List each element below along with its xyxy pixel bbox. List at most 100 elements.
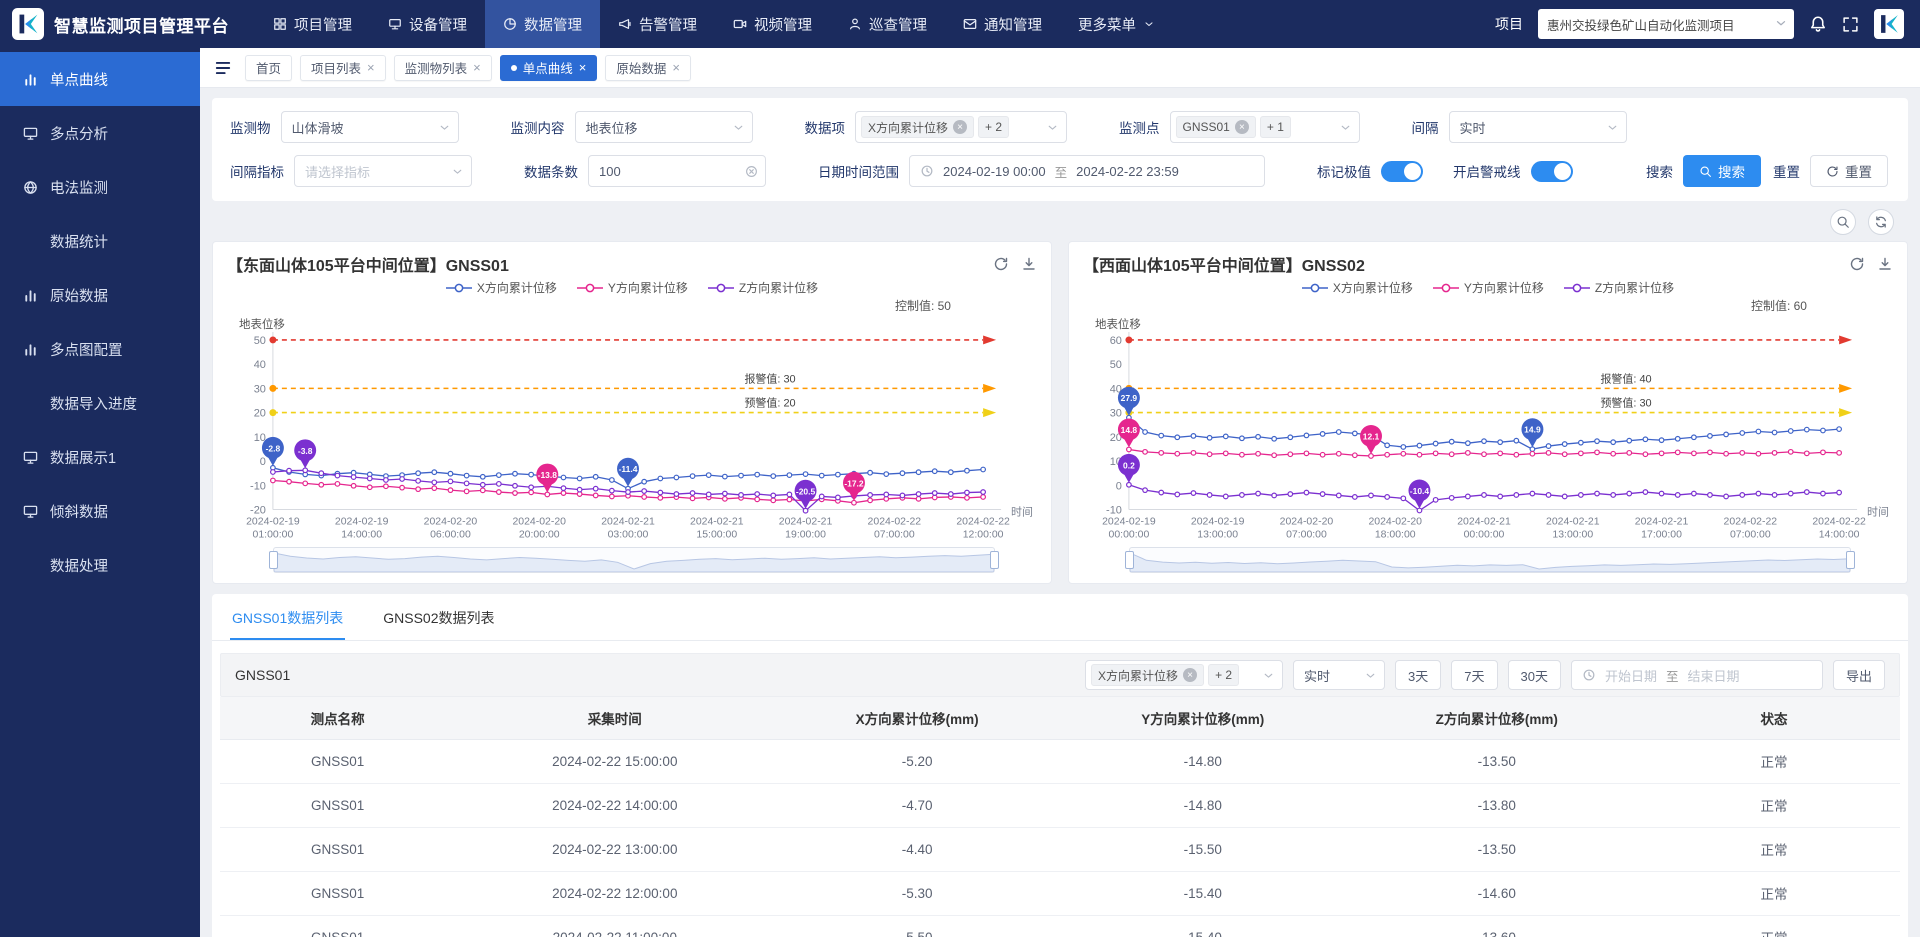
legend-item[interactable]: X方向累计位移 bbox=[446, 279, 557, 296]
brush-handle-left[interactable] bbox=[1125, 551, 1134, 569]
table-cell: -14.80 bbox=[1060, 783, 1346, 827]
quick-range-button-1[interactable]: 7天 bbox=[1451, 660, 1497, 690]
table-row[interactable]: GNSS012024-02-22 12:00:00-5.30-15.40-14.… bbox=[220, 871, 1900, 915]
tab-monitor-list[interactable]: 监测物列表× bbox=[394, 55, 492, 81]
table-cell: 2024-02-22 11:00:00 bbox=[455, 915, 774, 937]
chart-datazoom-brush[interactable] bbox=[273, 547, 995, 573]
svg-text:00:00:00: 00:00:00 bbox=[1464, 529, 1505, 540]
tag-close-icon[interactable]: × bbox=[1235, 120, 1249, 134]
svg-text:预警值: 30: 预警值: 30 bbox=[1600, 396, 1651, 410]
table-cell: GNSS01 bbox=[220, 871, 455, 915]
legend-item[interactable]: Y方向累计位移 bbox=[577, 279, 688, 296]
line-chart[interactable]: 地表位移-20-10010203040502024-02-1901:00:002… bbox=[227, 314, 1037, 543]
control-value-label: 控制值: 60 bbox=[1083, 297, 1893, 314]
chart-datazoom-brush[interactable] bbox=[1129, 547, 1851, 573]
bell-icon bbox=[1809, 15, 1827, 33]
nav-item-notice[interactable]: 通知管理 bbox=[945, 0, 1060, 48]
table-cell: GNSS01 bbox=[220, 739, 455, 783]
sidebar-item-data-process[interactable]: 数据处理 bbox=[0, 538, 200, 592]
tab-close-icon[interactable]: × bbox=[579, 61, 587, 74]
monitor-object-select[interactable]: 山体滑坡 bbox=[281, 111, 459, 143]
tab-close-icon[interactable]: × bbox=[367, 61, 375, 74]
chart-download-icon[interactable] bbox=[1877, 256, 1893, 272]
sidebar-item-electrical[interactable]: 电法监测 bbox=[0, 160, 200, 214]
brush-handle-right[interactable] bbox=[990, 551, 999, 569]
quick-range-button-2[interactable]: 30天 bbox=[1508, 660, 1561, 690]
tab-close-icon[interactable]: × bbox=[473, 61, 481, 74]
interval-select[interactable]: 实时 bbox=[1449, 111, 1627, 143]
data-count-input[interactable]: 100 bbox=[588, 155, 766, 187]
tab-project-list[interactable]: 项目列表× bbox=[300, 55, 386, 81]
tab-single-curve[interactable]: 单点曲线× bbox=[500, 55, 598, 81]
sidebar-item-label: 原始数据 bbox=[50, 285, 108, 306]
brush-handle-left[interactable] bbox=[269, 551, 278, 569]
interval-metric-select[interactable]: 请选择指标 bbox=[294, 155, 472, 187]
search-button[interactable]: 搜索 bbox=[1683, 155, 1761, 187]
sidebar-item-single-curve[interactable]: 单点曲线 bbox=[0, 52, 200, 106]
sidebar-item-data-import[interactable]: 数据导入进度 bbox=[0, 376, 200, 430]
svg-text:-10.4: -10.4 bbox=[1410, 486, 1430, 496]
datalist-tab-gnss01[interactable]: GNSS01数据列表 bbox=[230, 604, 345, 640]
legend-item[interactable]: Z方向累计位移 bbox=[708, 279, 818, 296]
sidebar-item-data-display1[interactable]: 数据展示1 bbox=[0, 430, 200, 484]
tag-close-icon[interactable]: × bbox=[953, 120, 967, 134]
monitor-content-select[interactable]: 地表位移 bbox=[575, 111, 753, 143]
nav-item-more[interactable]: 更多菜单 bbox=[1060, 0, 1173, 48]
menu-collapse-icon[interactable] bbox=[214, 59, 232, 77]
table-cell: -4.70 bbox=[774, 783, 1060, 827]
datalist-title: GNSS01 bbox=[235, 667, 290, 683]
legend-item[interactable]: Z方向累计位移 bbox=[1564, 279, 1674, 296]
monitor-point-select[interactable]: GNSS01×+ 1 bbox=[1170, 111, 1360, 143]
mark-extreme-toggle[interactable] bbox=[1381, 161, 1423, 182]
datalist-tab-gnss02[interactable]: GNSS02数据列表 bbox=[381, 604, 496, 640]
table-row[interactable]: GNSS012024-02-22 11:00:00-5.50-15.40-13.… bbox=[220, 915, 1900, 937]
table-metric-select[interactable]: X方向累计位移×+ 2 bbox=[1085, 660, 1283, 690]
tab-raw-data[interactable]: 原始数据× bbox=[605, 55, 691, 81]
svg-text:地表位移: 地表位移 bbox=[1095, 317, 1141, 331]
sidebar-item-raw-data[interactable]: 原始数据 bbox=[0, 268, 200, 322]
tab-home[interactable]: 首页 bbox=[245, 55, 292, 81]
alert-line-toggle[interactable] bbox=[1531, 161, 1573, 182]
export-button[interactable]: 导出 bbox=[1833, 660, 1885, 690]
sidebar-item-data-stats[interactable]: 数据统计 bbox=[0, 214, 200, 268]
nav-item-devices[interactable]: 设备管理 bbox=[370, 0, 485, 48]
svg-text:27.9: 27.9 bbox=[1121, 393, 1138, 403]
quick-range-button-0[interactable]: 3天 bbox=[1395, 660, 1441, 690]
more-count-tag: + 2 bbox=[978, 116, 1009, 138]
sidebar-item-incline-data[interactable]: 倾斜数据 bbox=[0, 484, 200, 538]
table-row[interactable]: GNSS012024-02-22 14:00:00-4.70-14.80-13.… bbox=[220, 783, 1900, 827]
chart-download-icon[interactable] bbox=[1021, 256, 1037, 272]
circle-close-icon bbox=[745, 165, 758, 178]
reset-button[interactable]: 重置 bbox=[1810, 155, 1888, 187]
chart-refresh-icon[interactable] bbox=[993, 256, 1009, 272]
nav-item-projects[interactable]: 项目管理 bbox=[255, 0, 370, 48]
avatar[interactable] bbox=[1874, 9, 1904, 39]
tag-close-icon[interactable]: × bbox=[1183, 668, 1197, 682]
nav-item-video[interactable]: 视频管理 bbox=[715, 0, 830, 48]
table-row[interactable]: GNSS012024-02-22 15:00:00-5.20-14.80-13.… bbox=[220, 739, 1900, 783]
project-select[interactable]: 惠州交投绿色矿山自动化监测项目 bbox=[1538, 9, 1794, 39]
date-range-picker[interactable]: 2024-02-19 00:00至2024-02-22 23:59 bbox=[909, 155, 1265, 187]
charts-sync-icon[interactable] bbox=[1868, 209, 1894, 235]
brush-handle-right[interactable] bbox=[1846, 551, 1855, 569]
charts-zoom-icon[interactable] bbox=[1830, 209, 1856, 235]
chart-refresh-icon[interactable] bbox=[1849, 256, 1865, 272]
legend-item[interactable]: Y方向累计位移 bbox=[1433, 279, 1544, 296]
nav-item-patrol[interactable]: 巡查管理 bbox=[830, 0, 945, 48]
legend-item[interactable]: X方向累计位移 bbox=[1302, 279, 1413, 296]
svg-text:17:00:00: 17:00:00 bbox=[1641, 529, 1682, 540]
fullscreen-icon[interactable] bbox=[1842, 16, 1859, 33]
selected-tag: X方向累计位移× bbox=[861, 116, 974, 138]
notifications-bell-icon[interactable] bbox=[1809, 15, 1827, 33]
tab-close-icon[interactable]: × bbox=[672, 61, 680, 74]
table-interval-select[interactable]: 实时 bbox=[1293, 660, 1385, 690]
data-item-select[interactable]: X方向累计位移×+ 2 bbox=[855, 111, 1067, 143]
reset-icon bbox=[1826, 165, 1839, 178]
line-chart[interactable]: 地表位移-1001020304050602024-02-1900:00:0020… bbox=[1083, 314, 1893, 543]
table-date-range-picker[interactable]: 开始日期至结束日期 bbox=[1571, 660, 1823, 690]
table-row[interactable]: GNSS012024-02-22 13:00:00-4.40-15.50-13.… bbox=[220, 827, 1900, 871]
sidebar-item-multi-analysis[interactable]: 多点分析 bbox=[0, 106, 200, 160]
nav-item-alarm[interactable]: 告警管理 bbox=[600, 0, 715, 48]
sidebar-item-multi-chart-config[interactable]: 多点图配置 bbox=[0, 322, 200, 376]
nav-item-data[interactable]: 数据管理 bbox=[485, 0, 600, 48]
